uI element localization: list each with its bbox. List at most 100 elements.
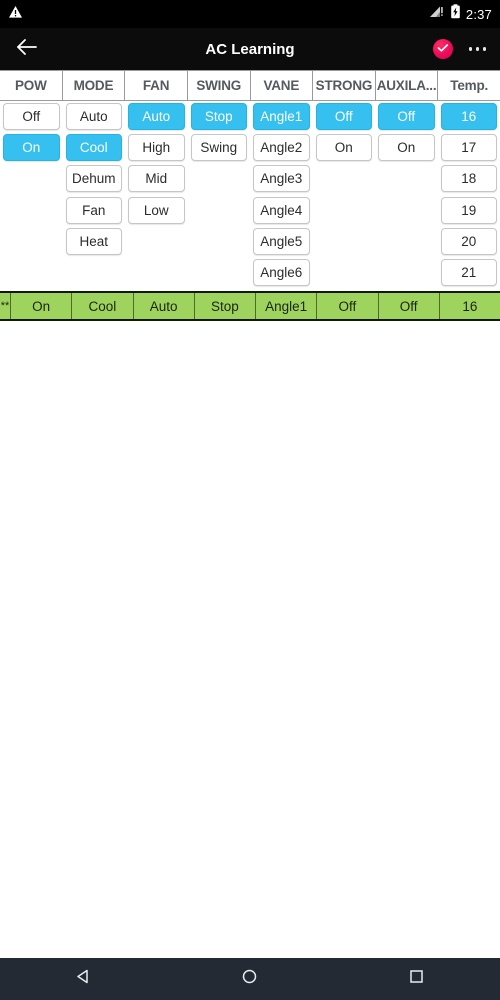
arrow-back-icon — [16, 38, 38, 61]
table-cell-fan[interactable]: Low — [125, 195, 188, 226]
more-options-icon — [482, 47, 486, 51]
summary-value-swing[interactable]: Stop — [195, 293, 256, 320]
table-cell-vane[interactable]: Angle1 — [250, 101, 313, 132]
table-cell-temp[interactable]: 16 — [438, 101, 500, 132]
option-temp-5[interactable]: 21 — [440, 259, 497, 287]
system-navigation-bar — [0, 958, 500, 1000]
table-cell-auxiliary — [375, 257, 438, 288]
option-temp-4[interactable]: 20 — [440, 227, 497, 255]
table-row: On Cool High Swing Angle2 On On 17 — [0, 132, 500, 163]
summary-value-fan[interactable]: Auto — [134, 293, 195, 320]
table-cell-pow — [0, 195, 63, 226]
table-cell-auxiliary[interactable]: On — [375, 132, 438, 163]
option-vane-5[interactable]: Angle6 — [253, 259, 310, 287]
table-cell-mode[interactable]: Auto — [63, 101, 126, 132]
table-cell-fan — [125, 226, 188, 257]
table-cell-vane[interactable]: Angle5 — [250, 226, 313, 257]
table-cell-fan[interactable]: Mid — [125, 163, 188, 194]
nav-back-triangle-icon — [75, 968, 92, 990]
option-temp-0[interactable]: 16 — [440, 103, 497, 131]
back-button[interactable] — [14, 36, 40, 62]
table-cell-mode[interactable]: Cool — [63, 132, 126, 163]
option-temp-2[interactable]: 18 — [440, 165, 497, 193]
table-cell-swing[interactable]: Stop — [188, 101, 251, 132]
table-cell-fan[interactable]: Auto — [125, 101, 188, 132]
table-row: Off Auto Auto Stop Angle1 Off Off 16 — [0, 101, 500, 132]
option-fan-3[interactable]: Low — [128, 196, 185, 224]
summary-value-mode[interactable]: Cool — [72, 293, 134, 320]
table-cell-temp[interactable]: 20 — [438, 226, 500, 257]
table-row: Heat Angle5 20 — [0, 226, 500, 257]
summary-index-label: ** — [0, 293, 11, 320]
option-strong-1[interactable]: On — [315, 134, 372, 162]
nav-recents-square-icon — [408, 968, 425, 990]
option-auxiliary-0[interactable]: Off — [378, 103, 435, 131]
table-cell-temp[interactable]: 21 — [438, 257, 500, 288]
option-mode-3[interactable]: Fan — [65, 196, 122, 224]
table-cell-vane[interactable]: Angle4 — [250, 195, 313, 226]
option-temp-3[interactable]: 19 — [440, 196, 497, 224]
nav-home-button[interactable] — [226, 958, 274, 1000]
option-fan-0[interactable]: Auto — [128, 103, 185, 131]
table-cell-vane[interactable]: Angle2 — [250, 132, 313, 163]
summary-value-strong[interactable]: Off — [317, 293, 379, 320]
table-cell-mode[interactable]: Dehum — [63, 163, 126, 194]
option-mode-2[interactable]: Dehum — [65, 165, 122, 193]
table-cell-auxiliary — [375, 163, 438, 194]
option-temp-1[interactable]: 17 — [440, 134, 497, 162]
table-cell-swing — [188, 163, 251, 194]
option-vane-4[interactable]: Angle5 — [253, 227, 310, 255]
table-row: Angle6 21 — [0, 257, 500, 288]
status-bar: 2:37 — [0, 0, 500, 28]
table-cell-swing[interactable]: Swing — [188, 132, 251, 163]
option-mode-1[interactable]: Cool — [65, 134, 122, 162]
option-pow-1[interactable]: On — [3, 134, 60, 162]
option-vane-2[interactable]: Angle3 — [253, 165, 310, 193]
table-cell-strong[interactable]: Off — [313, 101, 376, 132]
summary-value-auxiliary[interactable]: Off — [379, 293, 440, 320]
table-cell-temp[interactable]: 19 — [438, 195, 500, 226]
nav-recents-button[interactable] — [393, 958, 441, 1000]
table-cell-swing — [188, 226, 251, 257]
column-header-auxiliary: AUXILA... — [376, 71, 439, 100]
option-swing-1[interactable]: Swing — [190, 134, 247, 162]
confirm-button[interactable] — [432, 39, 453, 59]
status-bar-left — [8, 5, 23, 24]
option-swing-0[interactable]: Stop — [190, 103, 247, 131]
app-bar: AC Learning — [0, 28, 500, 70]
option-vane-0[interactable]: Angle1 — [253, 103, 310, 131]
option-fan-2[interactable]: Mid — [128, 165, 185, 193]
table-cell-mode[interactable]: Heat — [63, 226, 126, 257]
table-cell-pow[interactable]: On — [0, 132, 63, 163]
option-vane-1[interactable]: Angle2 — [253, 134, 310, 162]
table-cell-auxiliary[interactable]: Off — [375, 101, 438, 132]
more-options-icon — [468, 47, 472, 51]
option-auxiliary-1[interactable]: On — [378, 134, 435, 162]
more-options-button[interactable] — [468, 47, 486, 51]
summary-value-temp[interactable]: 16 — [440, 293, 500, 319]
nav-back-button[interactable] — [59, 958, 107, 1000]
column-header-strong: STRONG — [313, 71, 376, 100]
table-body: Off Auto Auto Stop Angle1 Off Off 16 On Cool High S… — [0, 101, 500, 288]
more-options-icon — [475, 47, 479, 51]
option-mode-0[interactable]: Auto — [65, 103, 122, 131]
option-pow-0[interactable]: Off — [3, 103, 60, 131]
table-cell-pow — [0, 257, 63, 288]
option-strong-0[interactable]: Off — [315, 103, 372, 131]
option-mode-4[interactable]: Heat — [65, 227, 122, 255]
table-cell-vane[interactable]: Angle6 — [250, 257, 313, 288]
option-fan-1[interactable]: High — [128, 134, 185, 162]
option-vane-3[interactable]: Angle4 — [253, 196, 310, 224]
table-cell-strong[interactable]: On — [313, 132, 376, 163]
table-cell-fan[interactable]: High — [125, 132, 188, 163]
table-cell-mode[interactable]: Fan — [63, 195, 126, 226]
table-cell-pow — [0, 226, 63, 257]
table-cell-pow[interactable]: Off — [0, 101, 63, 132]
table-cell-strong — [313, 226, 376, 257]
summary-value-pow[interactable]: On — [11, 293, 73, 320]
table-cell-swing — [188, 195, 251, 226]
table-cell-temp[interactable]: 18 — [438, 163, 500, 194]
summary-value-vane[interactable]: Angle1 — [256, 293, 318, 320]
table-cell-vane[interactable]: Angle3 — [250, 163, 313, 194]
table-cell-temp[interactable]: 17 — [438, 132, 500, 163]
